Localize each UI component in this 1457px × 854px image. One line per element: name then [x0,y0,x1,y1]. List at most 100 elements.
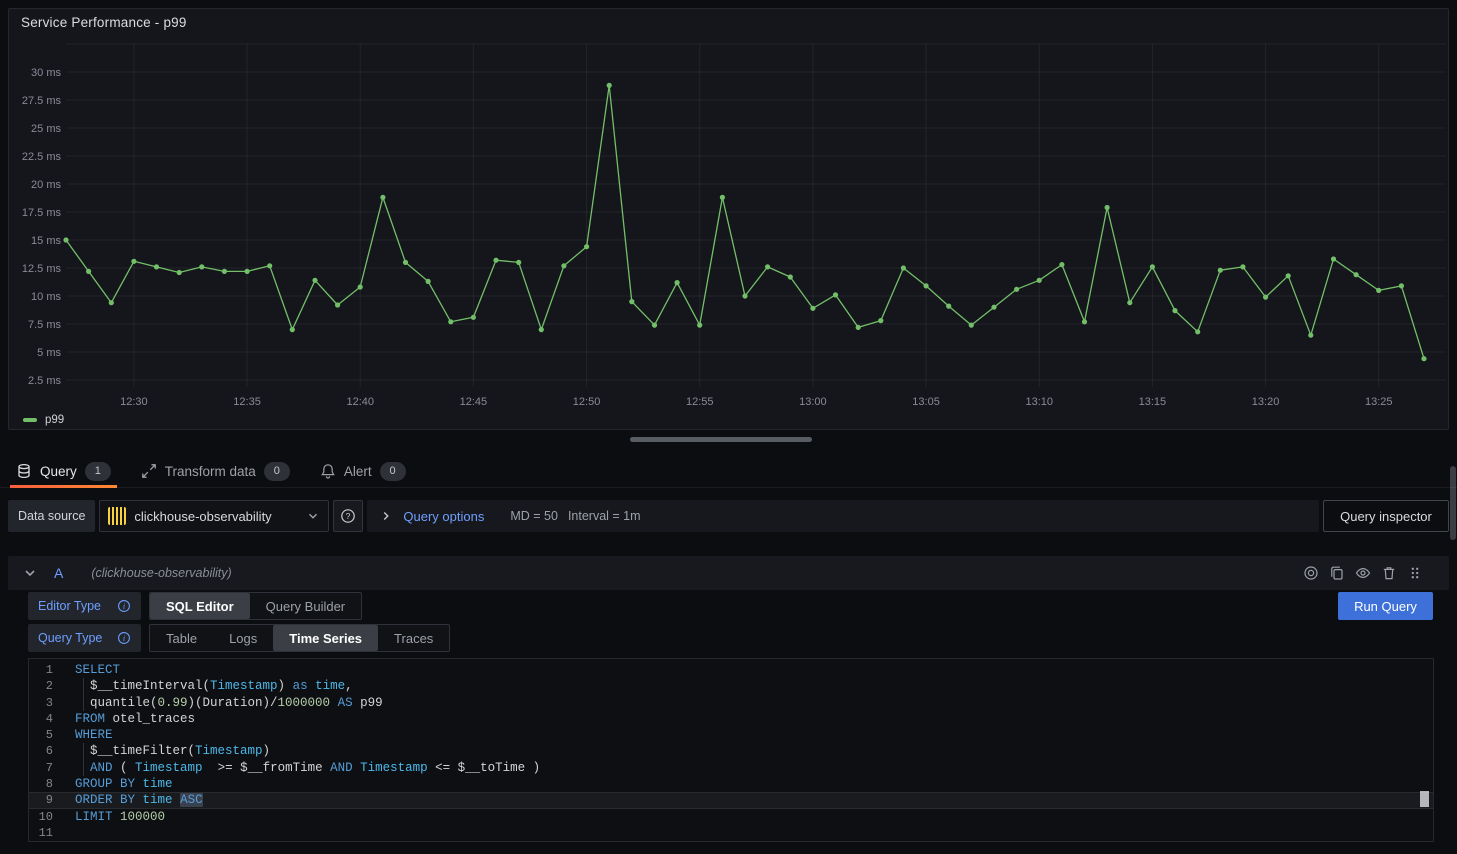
query-type-row: Query Type i TableLogsTime SeriesTraces [28,624,450,652]
tab-label: Alert [344,464,372,479]
code-line-7[interactable]: 7 AND ( Timestamp >= $__fromTime AND Tim… [29,760,1433,776]
line-number: 10 [29,809,53,825]
svg-text:12:50: 12:50 [573,396,601,408]
query-inspector-button[interactable]: Query inspector [1323,500,1449,532]
legend-series-label[interactable]: p99 [45,414,64,426]
code-text: quantile(0.99)(Duration)/1000000 AS p99 [53,695,383,711]
datasource-picker-value: clickhouse-observability [134,509,298,524]
line-number: 8 [29,776,53,792]
svg-text:2.5 ms: 2.5 ms [28,375,62,387]
query-ref-id[interactable]: A [54,565,63,581]
svg-text:25 ms: 25 ms [31,123,61,135]
tab-alert[interactable]: Alert 0 [314,455,412,487]
eye-icon[interactable] [1355,565,1371,581]
svg-text:12:40: 12:40 [346,396,374,408]
query-type-group: TableLogsTime SeriesTraces [149,624,450,652]
tab-query[interactable]: Query1 [10,455,117,487]
code-text: $__timeInterval(Timestamp) as time, [53,678,353,694]
run-query-button[interactable]: Run Query [1338,592,1433,620]
code-line-10[interactable]: 10LIMIT 100000 [29,809,1433,825]
svg-text:12.5 ms: 12.5 ms [22,263,62,275]
svg-text:i: i [123,602,125,611]
svg-text:?: ? [346,511,351,521]
chevron-right-icon[interactable] [379,509,393,523]
collapse-query-icon[interactable] [22,565,38,581]
query-type-logs[interactable]: Logs [213,625,273,651]
query-options-toggle[interactable]: Query options [403,509,484,524]
code-text: $__timeFilter(Timestamp) [53,743,270,759]
editor-type-label-box: Editor Type i [28,592,141,620]
sql-code-editor[interactable]: 1SELECT2 $__timeInterval(Timestamp) as t… [28,658,1434,842]
svg-text:27.5 ms: 27.5 ms [22,95,62,107]
svg-text:7.5 ms: 7.5 ms [28,319,62,331]
svg-text:13:15: 13:15 [1139,396,1167,408]
dashboard-horizontal-scrollbar[interactable] [630,437,812,442]
latency-chart[interactable]: 12:3012:3512:4012:4512:5012:5513:0013:05… [9,9,1450,431]
line-number: 11 [29,825,53,841]
tab-count-badge: 0 [380,462,406,481]
code-line-2[interactable]: 2 $__timeInterval(Timestamp) as time, [29,678,1433,694]
code-line-9[interactable]: 9ORDER BY time ASC [29,792,1433,808]
query-actions [1303,565,1435,581]
info-icon[interactable]: i [117,631,131,645]
svg-text:i: i [123,634,125,643]
legend-series-swatch [23,418,37,422]
svg-text:12:45: 12:45 [460,396,488,408]
svg-text:17.5 ms: 17.5 ms [22,207,62,219]
svg-text:13:20: 13:20 [1252,396,1280,408]
svg-text:15 ms: 15 ms [31,235,61,247]
editor-type-query-builder[interactable]: Query Builder [250,593,361,619]
grafana-panel-edit-view: { "panel": { "title": "Service Performan… [0,0,1457,854]
datasource-help-button[interactable]: ? [333,500,363,532]
datasource-picker[interactable]: clickhouse-observability [99,500,329,532]
code-line-3[interactable]: 3 quantile(0.99)(Duration)/1000000 AS p9… [29,695,1433,711]
query-card-header: A (clickhouse-observability) [8,556,1449,590]
trash-icon[interactable] [1381,565,1397,581]
code-line-1[interactable]: 1SELECT [29,662,1433,678]
svg-text:5 ms: 5 ms [37,347,61,359]
svg-text:22.5 ms: 22.5 ms [22,151,62,163]
query-type-time-series[interactable]: Time Series [273,625,378,651]
indent-guide [83,760,84,776]
datasource-row: Data source clickhouse-observability ? Q… [8,500,1449,532]
query-type-label: Query Type [38,631,102,645]
transform-icon [141,463,157,479]
line-number: 7 [29,760,53,776]
disable-icon[interactable] [1303,565,1319,581]
code-line-4[interactable]: 4FROM otel_traces [29,711,1433,727]
query-type-table[interactable]: Table [150,625,213,651]
code-text: SELECT [53,662,120,678]
drag-handle-icon[interactable] [1407,565,1423,581]
info-icon[interactable]: i [117,599,131,613]
code-line-6[interactable]: 6 $__timeFilter(Timestamp) [29,743,1433,759]
indent-guide [83,695,84,711]
svg-text:13:25: 13:25 [1365,396,1393,408]
query-options-strip: Query options MD = 50 Interval = 1m [367,500,1319,532]
tab-count-badge: 1 [85,462,111,481]
duplicate-icon[interactable] [1329,565,1345,581]
line-number: 6 [29,743,53,759]
svg-text:13:00: 13:00 [799,396,827,408]
query-type-label-box: Query Type i [28,624,141,652]
line-number: 1 [29,662,53,678]
panel-title: Service Performance - p99 [21,15,187,30]
interval-value: Interval = 1m [568,509,641,523]
code-text: LIMIT 100000 [53,809,165,825]
datasource-label: Data source [8,500,95,532]
line-number: 4 [29,711,53,727]
max-data-points-value: MD = 50 [510,509,558,523]
code-text: ORDER BY time ASC [53,792,203,808]
tab-transform-data[interactable]: Transform data0 [135,455,296,487]
code-line-5[interactable]: 5WHERE [29,727,1433,743]
editor-type-sql-editor[interactable]: SQL Editor [150,593,250,619]
chart-legend[interactable]: p99 [23,414,64,426]
svg-text:12:55: 12:55 [686,396,714,408]
clickhouse-logo-icon [108,507,126,525]
code-text: FROM otel_traces [53,711,195,727]
code-line-11[interactable]: 11 [29,825,1433,841]
code-line-8[interactable]: 8GROUP BY time [29,776,1433,792]
code-text: WHERE [53,727,113,743]
query-type-traces[interactable]: Traces [378,625,449,651]
chevron-down-icon [306,509,320,523]
svg-text:30 ms: 30 ms [31,67,61,79]
